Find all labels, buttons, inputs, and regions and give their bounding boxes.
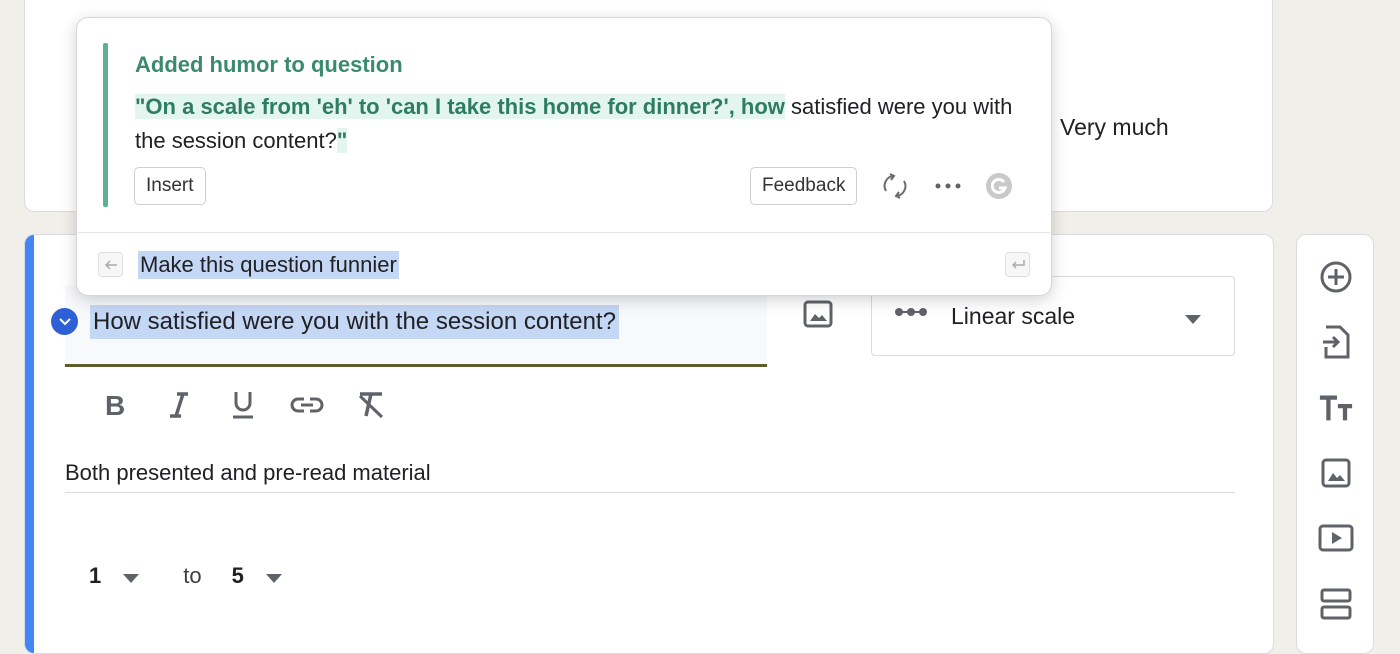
suggestion-text: "On a scale from 'eh' to 'can I take thi…: [135, 90, 1015, 158]
add-image-icon[interactable]: [803, 300, 833, 328]
more-options-icon[interactable]: [934, 171, 962, 206]
enter-icon[interactable]: [1005, 252, 1030, 277]
clear-format-icon[interactable]: [339, 385, 403, 425]
svg-text:B: B: [105, 392, 125, 418]
format-toolbar: B: [83, 385, 403, 425]
linear-scale-icon: [894, 305, 928, 324]
insert-button[interactable]: Insert: [134, 167, 206, 205]
scale-min-value[interactable]: 1: [89, 563, 101, 589]
chevron-down-icon[interactable]: [265, 563, 282, 589]
prompt-input[interactable]: Make this question funnier: [138, 251, 399, 279]
question-type-label: Linear scale: [951, 303, 1076, 329]
grammarly-logo-icon: [984, 171, 1014, 206]
suggestion-heading: Added humor to question: [135, 52, 403, 77]
add-video-icon[interactable]: [1318, 520, 1354, 556]
scale-range: 1 to 5: [89, 563, 282, 589]
chevron-down-icon[interactable]: [123, 563, 140, 589]
suggestion-accent-bar: [103, 43, 108, 207]
add-section-icon[interactable]: [1318, 586, 1354, 622]
suggestion-highlight: "On a scale from 'eh' to 'can I take thi…: [135, 94, 785, 119]
question-description-field[interactable]: Both presented and pre-read material: [65, 460, 1235, 493]
feedback-button[interactable]: Feedback: [750, 167, 858, 205]
form-side-toolbar: [1296, 234, 1374, 654]
scale-max-label: Very much: [1060, 114, 1169, 140]
suggestion-end-quote: ": [336, 128, 348, 153]
italic-icon[interactable]: [147, 385, 211, 425]
import-questions-icon[interactable]: [1318, 324, 1354, 360]
bold-icon[interactable]: B: [83, 385, 147, 425]
add-question-icon[interactable]: [1318, 259, 1354, 295]
scale-max-value[interactable]: 5: [232, 563, 244, 589]
question-title-field[interactable]: How satisfied were you with the session …: [51, 285, 767, 367]
question-title-text[interactable]: How satisfied were you with the session …: [90, 305, 619, 339]
add-image-icon[interactable]: [1318, 455, 1354, 491]
refresh-icon[interactable]: [880, 171, 910, 206]
popup-divider: [77, 232, 1051, 233]
active-card-accent: [25, 235, 34, 653]
grammarly-suggestion-popup: Added humor to question "On a scale from…: [76, 17, 1052, 296]
add-title-icon[interactable]: [1318, 390, 1354, 426]
underline-icon[interactable]: [211, 385, 275, 425]
grammarly-badge-icon[interactable]: [51, 308, 78, 335]
scale-to-label: to: [183, 563, 202, 588]
active-question-card[interactable]: How satisfied were you with the session …: [24, 234, 1274, 654]
chevron-down-icon: [1185, 311, 1201, 329]
back-arrow-icon[interactable]: [98, 252, 123, 277]
link-icon[interactable]: [275, 385, 339, 425]
